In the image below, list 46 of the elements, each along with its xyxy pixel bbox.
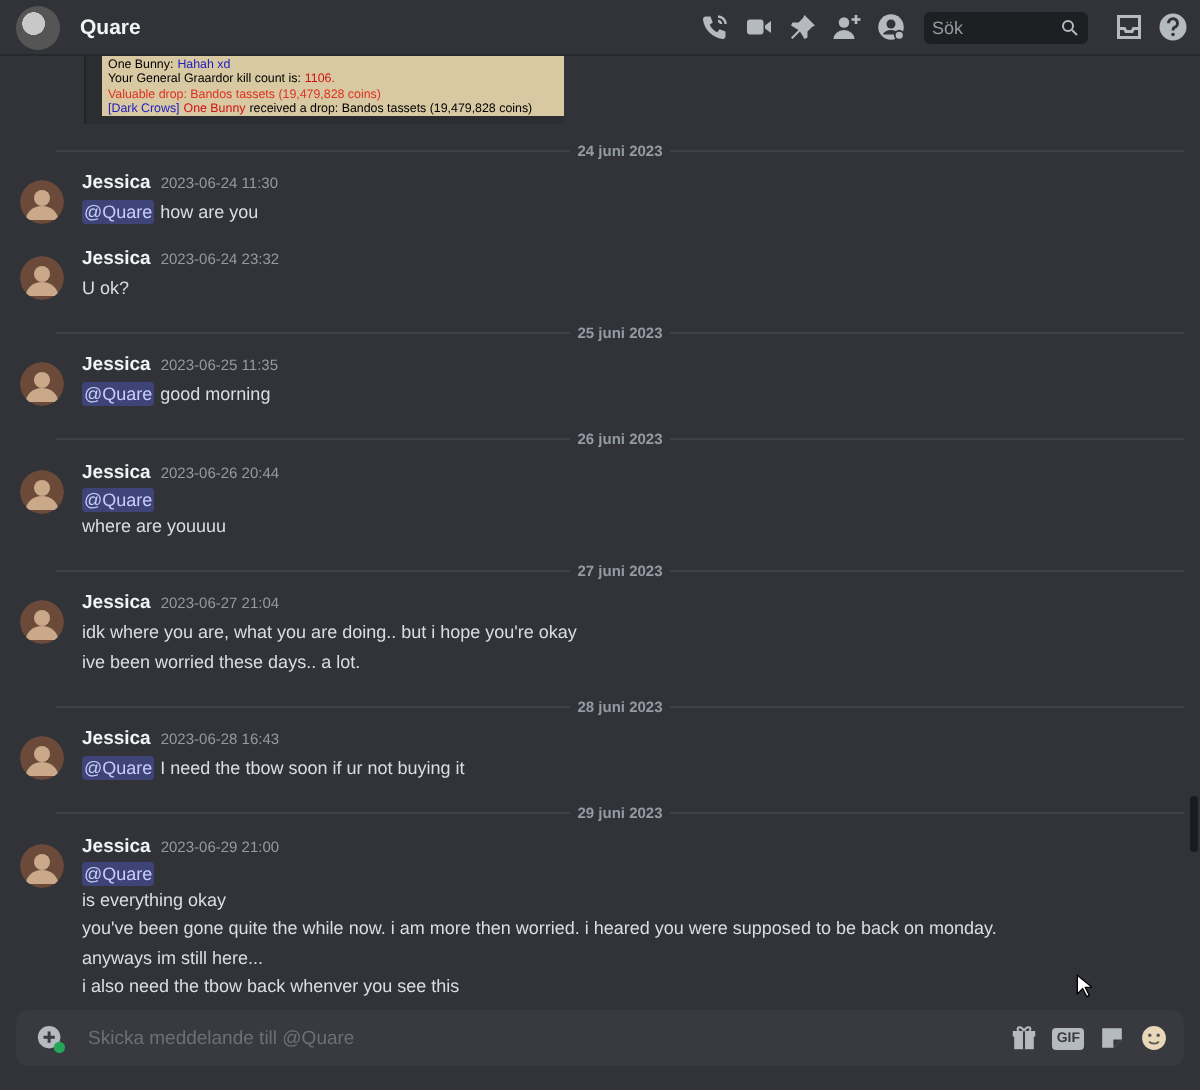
avatar-icon bbox=[20, 180, 64, 224]
message-text: U ok? bbox=[82, 275, 130, 301]
author-name: Jessica bbox=[82, 728, 151, 750]
author-name: Jessica bbox=[82, 835, 151, 857]
user-mention[interactable]: @Quare bbox=[82, 861, 155, 885]
author-name: Jessica bbox=[82, 461, 151, 483]
author-name: Jessica bbox=[82, 247, 151, 269]
search-field[interactable]: Sök bbox=[924, 11, 1088, 43]
avatar-icon bbox=[20, 255, 64, 299]
avatar-icon bbox=[20, 736, 64, 780]
author-name: Jessica bbox=[82, 592, 151, 614]
avatar-icon bbox=[20, 600, 64, 644]
mouse-cursor-icon bbox=[1076, 974, 1092, 998]
user-mention[interactable]: @Quare bbox=[82, 756, 155, 781]
avatar-icon bbox=[20, 843, 64, 887]
message-text: where are youuuu bbox=[82, 513, 227, 540]
channel-title: Quare bbox=[80, 15, 141, 39]
message-input[interactable]: Skicka meddelande till @Quare bbox=[88, 1027, 997, 1049]
user-mention[interactable]: @Quare bbox=[82, 487, 155, 511]
phone-icon[interactable] bbox=[700, 12, 730, 42]
sticker-icon[interactable] bbox=[1098, 1024, 1126, 1052]
author-name: Jessica bbox=[82, 172, 151, 194]
author-name: Jessica bbox=[82, 354, 151, 376]
avatar-icon bbox=[20, 469, 64, 513]
user-mention[interactable]: @Quare bbox=[82, 200, 155, 225]
add-attachment-icon[interactable] bbox=[36, 1023, 66, 1053]
avatar-icon bbox=[20, 362, 64, 406]
inbox-icon[interactable] bbox=[1114, 12, 1144, 42]
message-text: I need the tbow soon if ur not buying it bbox=[160, 756, 465, 782]
message-text: idk where you are, what you are doing.. but i hope you're okay bbox=[82, 620, 577, 646]
group-icon bbox=[16, 5, 60, 49]
message-text: i also need the tbow back whenver you see this bbox=[82, 974, 460, 1000]
user-mention[interactable]: @Quare bbox=[82, 382, 155, 407]
help-icon[interactable] bbox=[1158, 12, 1188, 42]
add-user-icon[interactable] bbox=[832, 12, 862, 42]
search-icon bbox=[1060, 17, 1080, 37]
pin-icon[interactable] bbox=[788, 12, 818, 42]
gift-icon[interactable] bbox=[1010, 1024, 1039, 1052]
message-text: how are you bbox=[160, 200, 259, 226]
message-text: anyways im still here... bbox=[82, 945, 264, 972]
profile-icon[interactable] bbox=[876, 12, 906, 42]
message-text: good morning bbox=[160, 382, 271, 408]
message-text: ive been worried these days.. a lot. bbox=[82, 649, 361, 676]
message-text: is everything okay bbox=[82, 887, 227, 914]
emoji-icon[interactable] bbox=[1140, 1024, 1168, 1052]
message-text: you've been gone quite the while now. i am more then worried. i heared you were supposed to be back on monday. bbox=[82, 916, 997, 942]
